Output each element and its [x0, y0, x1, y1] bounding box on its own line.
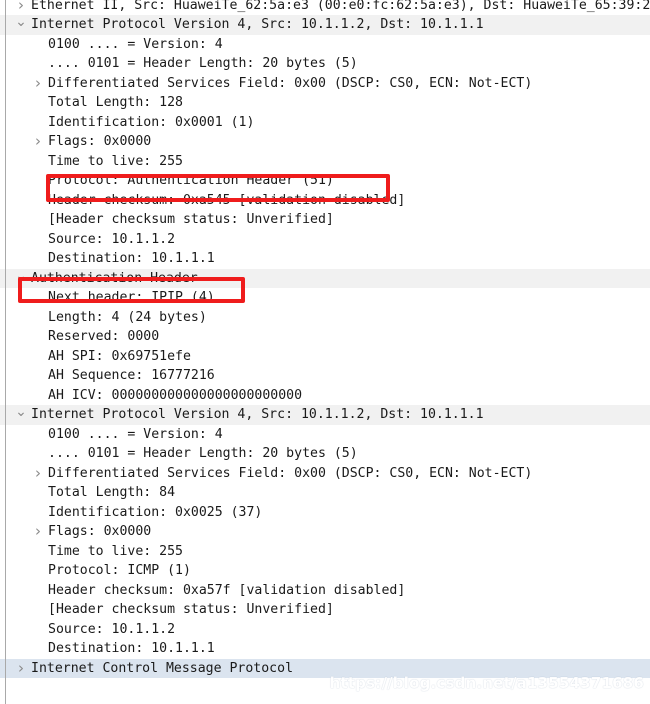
- tree-row-header-length-inner-label: .... 0101 = Header Length: 20 bytes (5): [48, 446, 358, 461]
- tree-row-total-length-inner-label: Total Length: 84: [48, 485, 176, 500]
- tree-row-ah-next-header-label: Next header: IPIP (4): [48, 290, 215, 305]
- tree-row-ah-icv[interactable]: AH ICV: 000000000000000000000000: [0, 386, 650, 406]
- tree-row-protocol-outer[interactable]: Protocol: Authentication Header (51): [0, 171, 650, 191]
- tree-row-ttl-inner[interactable]: Time to live: 255: [0, 542, 650, 562]
- tree-row-ttl-inner-label: Time to live: 255: [48, 543, 183, 559]
- tree-row-destination-outer-label: Destination: 10.1.1.1: [48, 251, 215, 266]
- chevron-down-icon[interactable]: [14, 269, 28, 289]
- tree-row-ipv4-inner-label: Internet Protocol Version 4, Src: 10.1.1…: [31, 407, 484, 422]
- tree-row-identification-outer[interactable]: Identification: 0x0001 (1): [0, 113, 650, 133]
- tree-row-protocol-outer-label: Protocol: Authentication Header (51): [48, 173, 334, 188]
- tree-row-destination-inner-label: Destination: 10.1.1.1: [48, 641, 215, 656]
- tree-row-flags-outer-label: Flags: 0x0000: [48, 134, 152, 149]
- tree-row-ah-spi-label: AH SPI: 0x69751efe: [48, 348, 191, 364]
- chevron-right-icon[interactable]: [31, 132, 45, 153]
- tree-row-header-length-outer-label: .... 0101 = Header Length: 20 bytes (5): [48, 56, 358, 71]
- chevron-down-icon[interactable]: [14, 15, 28, 35]
- tree-row-flags-inner[interactable]: Flags: 0x0000: [0, 522, 650, 542]
- chevron-right-icon[interactable]: [31, 522, 45, 543]
- chevron-right-icon[interactable]: [31, 74, 45, 95]
- chevron-right-icon[interactable]: [14, 659, 28, 680]
- chevron-down-icon[interactable]: [14, 405, 28, 425]
- tree-row-total-length-inner[interactable]: Total Length: 84: [0, 483, 650, 503]
- tree-row-header-checksum-outer-label: Header checksum: 0xa545 [validation disa…: [48, 192, 406, 208]
- tree-row-ah-sequence-label: AH Sequence: 16777216: [48, 368, 215, 383]
- tree-row-version-outer-label: 0100 .... = Version: 4: [48, 36, 223, 52]
- tree-row-ttl-outer-label: Time to live: 255: [48, 153, 183, 169]
- tree-row-dsfield-outer[interactable]: Differentiated Services Field: 0x00 (DSC…: [0, 74, 650, 94]
- tree-row-identification-outer-label: Identification: 0x0001 (1): [48, 114, 255, 130]
- tree-row-dsfield-outer-label: Differentiated Services Field: 0x00 (DSC…: [48, 75, 533, 91]
- tree-row-ipv4-inner[interactable]: Internet Protocol Version 4, Src: 10.1.1…: [0, 405, 650, 425]
- tree-row-total-length-outer[interactable]: Total Length: 128: [0, 93, 650, 113]
- tree-row-ethernet-ii-label: Ethernet II, Src: HuaweiTe_62:5a:e3 (00:…: [31, 0, 650, 13]
- tree-row-header-checksum-inner-label: Header checksum: 0xa57f [validation disa…: [48, 582, 406, 598]
- tree-row-checksum-status-inner-label: [Header checksum status: Unverified]: [48, 602, 334, 617]
- tree-row-destination-outer[interactable]: Destination: 10.1.1.1: [0, 249, 650, 269]
- protocol-tree[interactable]: Ethernet II, Src: HuaweiTe_62:5a:e3 (00:…: [0, 0, 650, 704]
- tree-row-ah-length[interactable]: Length: 4 (24 bytes): [0, 308, 650, 328]
- tree-row-source-inner[interactable]: Source: 10.1.1.2: [0, 620, 650, 640]
- tree-row-header-checksum-outer[interactable]: Header checksum: 0xa545 [validation disa…: [0, 191, 650, 211]
- tree-row-identification-inner-label: Identification: 0x0025 (37): [48, 504, 263, 520]
- tree-row-ah-reserved[interactable]: Reserved: 0000: [0, 327, 650, 347]
- tree-row-header-length-inner[interactable]: .... 0101 = Header Length: 20 bytes (5): [0, 444, 650, 464]
- tree-row-dsfield-inner-label: Differentiated Services Field: 0x00 (DSC…: [48, 465, 533, 481]
- chevron-right-icon[interactable]: [31, 464, 45, 485]
- tree-row-ipv4-outer[interactable]: Internet Protocol Version 4, Src: 10.1.1…: [0, 15, 650, 35]
- tree-row-flags-outer[interactable]: Flags: 0x0000: [0, 132, 650, 152]
- tree-row-flags-inner-label: Flags: 0x0000: [48, 524, 152, 539]
- tree-row-authentication-header[interactable]: Authentication Header: [0, 268, 650, 289]
- tree-row-checksum-status-outer-label: [Header checksum status: Unverified]: [48, 212, 334, 227]
- tree-row-ah-icv-label: AH ICV: 000000000000000000000000: [48, 387, 303, 403]
- tree-row-version-inner-label: 0100 .... = Version: 4: [48, 426, 223, 442]
- tree-row-source-outer[interactable]: Source: 10.1.1.2: [0, 230, 650, 250]
- tree-row-protocol-inner[interactable]: Protocol: ICMP (1): [0, 561, 650, 581]
- tree-row-ah-spi[interactable]: AH SPI: 0x69751efe: [0, 347, 650, 367]
- tree-row-ah-next-header[interactable]: Next header: IPIP (4): [0, 288, 650, 308]
- tree-row-source-inner-label: Source: 10.1.1.2: [48, 621, 176, 637]
- tree-row-authentication-header-label: Authentication Header: [31, 270, 198, 286]
- tree-row-checksum-status-inner[interactable]: [Header checksum status: Unverified]: [0, 600, 650, 620]
- tree-row-version-inner[interactable]: 0100 .... = Version: 4: [0, 425, 650, 445]
- tree-row-ipv4-outer-label: Internet Protocol Version 4, Src: 10.1.1…: [31, 17, 484, 32]
- tree-row-total-length-outer-label: Total Length: 128: [48, 95, 183, 110]
- tree-row-protocol-inner-label: Protocol: ICMP (1): [48, 563, 191, 578]
- tree-row-icmp-label: Internet Control Message Protocol: [31, 660, 294, 676]
- tree-row-version-outer[interactable]: 0100 .... = Version: 4: [0, 35, 650, 55]
- tree-row-ah-length-label: Length: 4 (24 bytes): [48, 309, 207, 325]
- tree-row-dsfield-inner[interactable]: Differentiated Services Field: 0x00 (DSC…: [0, 464, 650, 484]
- tree-row-ah-reserved-label: Reserved: 0000: [48, 329, 160, 344]
- tree-row-checksum-status-outer[interactable]: [Header checksum status: Unverified]: [0, 210, 650, 230]
- tree-row-ttl-outer[interactable]: Time to live: 255: [0, 152, 650, 172]
- tree-row-ah-sequence[interactable]: AH Sequence: 16777216: [0, 366, 650, 386]
- tree-row-header-length-outer[interactable]: .... 0101 = Header Length: 20 bytes (5): [0, 54, 650, 74]
- watermark-text: https://blog.csdn.net/a13554371686: [329, 674, 644, 692]
- tree-row-destination-inner[interactable]: Destination: 10.1.1.1: [0, 639, 650, 659]
- tree-row-ethernet-ii[interactable]: Ethernet II, Src: HuaweiTe_62:5a:e3 (00:…: [0, 0, 650, 15]
- tree-row-header-checksum-inner[interactable]: Header checksum: 0xa57f [validation disa…: [0, 581, 650, 601]
- tree-row-identification-inner[interactable]: Identification: 0x0025 (37): [0, 503, 650, 523]
- tree-row-source-outer-label: Source: 10.1.1.2: [48, 231, 176, 247]
- pane-left-border: [5, 0, 6, 704]
- packet-details-pane[interactable]: Ethernet II, Src: HuaweiTe_62:5a:e3 (00:…: [0, 0, 650, 704]
